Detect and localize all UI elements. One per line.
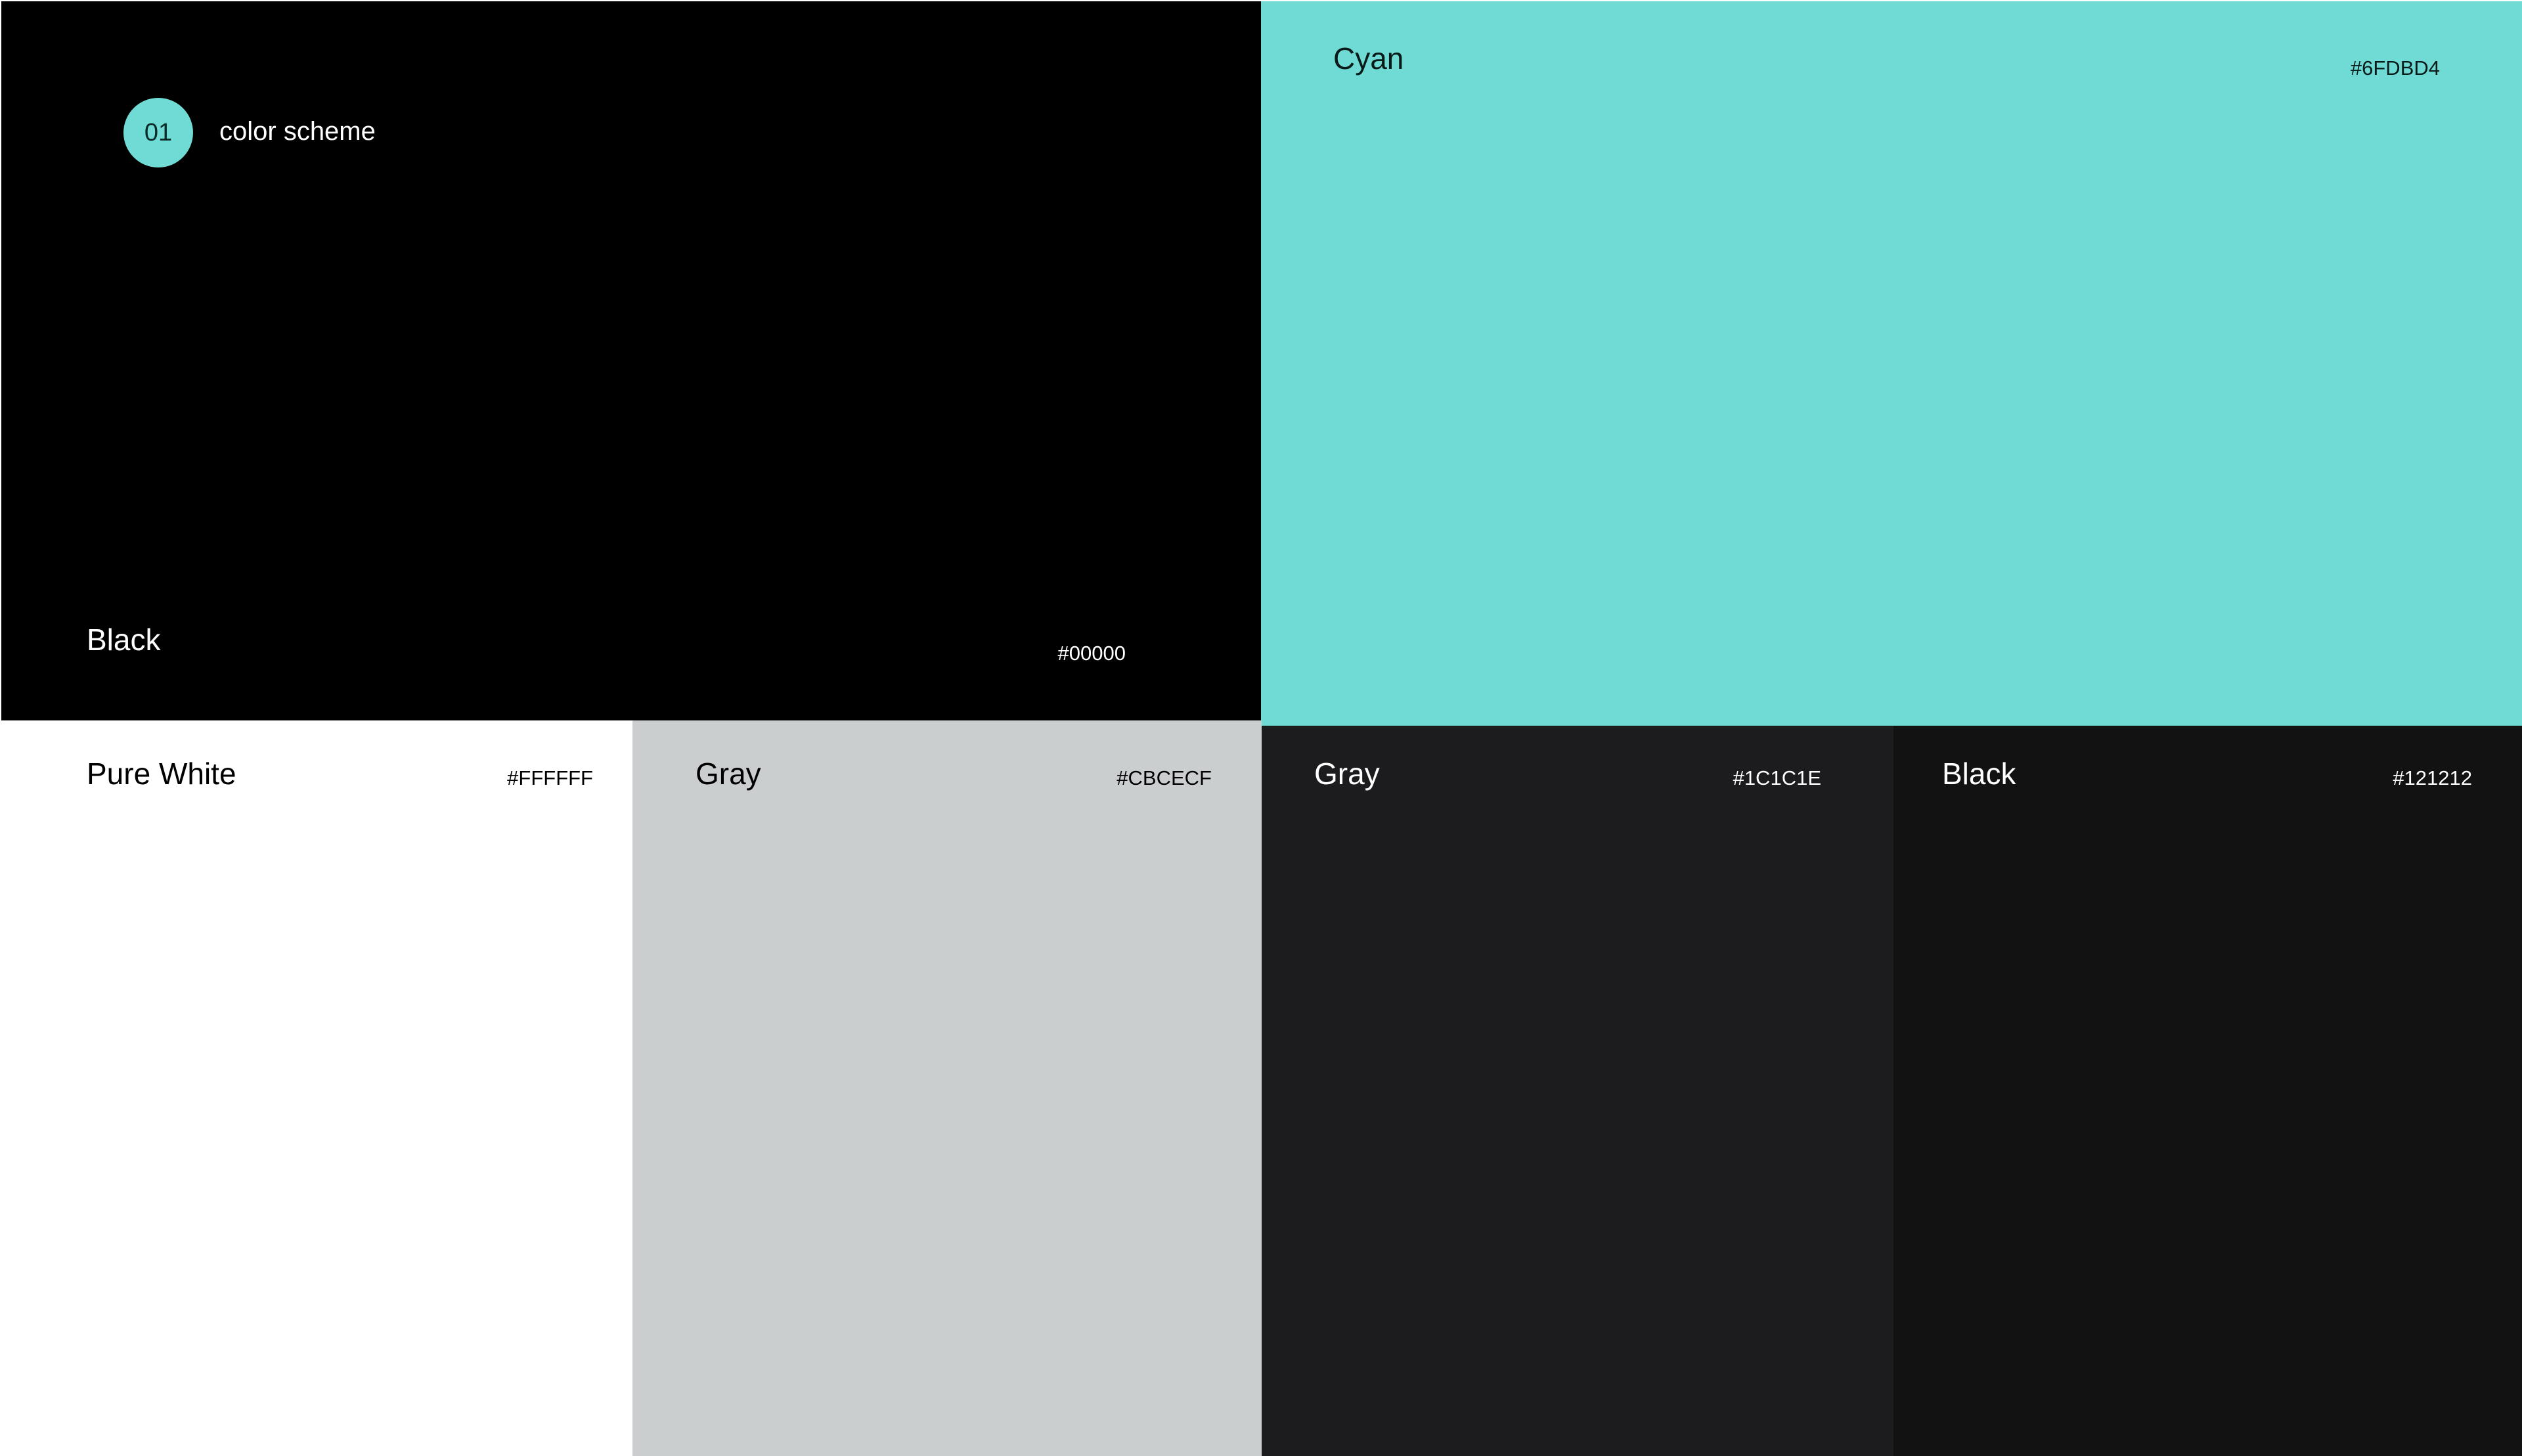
swatch-hex: #1C1C1E xyxy=(1733,766,1821,789)
section-number-badge: 01 xyxy=(123,98,193,167)
swatch-black-soft: Black #121212 xyxy=(1893,726,2522,1456)
section-title: color scheme xyxy=(219,117,376,146)
swatch-name: Black xyxy=(87,623,161,657)
swatch-name: Black xyxy=(1942,757,2016,791)
section-number: 01 xyxy=(144,118,173,146)
swatch-pure-white: Pure White #FFFFFF xyxy=(0,720,632,1456)
swatch-black: 01 color scheme Black #00000 xyxy=(1,1,1261,720)
swatch-gray-light: Gray #CBCECF xyxy=(632,720,1262,1456)
swatch-hex: #FFFFFF xyxy=(507,766,593,789)
swatch-hex: #00000 xyxy=(1057,642,1126,665)
swatch-name: Pure White xyxy=(87,757,236,791)
swatch-name: Gray xyxy=(1314,757,1380,791)
swatch-hex: #121212 xyxy=(2393,766,2472,789)
swatch-gray-dark: Gray #1C1C1E xyxy=(1262,726,1893,1456)
swatch-cyan: Cyan #6FDBD4 xyxy=(1261,1,2522,726)
color-scheme-board: 01 color scheme Black #00000 Cyan #6FDBD… xyxy=(0,0,2522,1456)
swatch-hex: #CBCECF xyxy=(1117,766,1212,789)
swatch-hex: #6FDBD4 xyxy=(2350,56,2440,79)
swatch-name: Gray xyxy=(696,757,761,791)
swatch-name: Cyan xyxy=(1333,41,1404,76)
